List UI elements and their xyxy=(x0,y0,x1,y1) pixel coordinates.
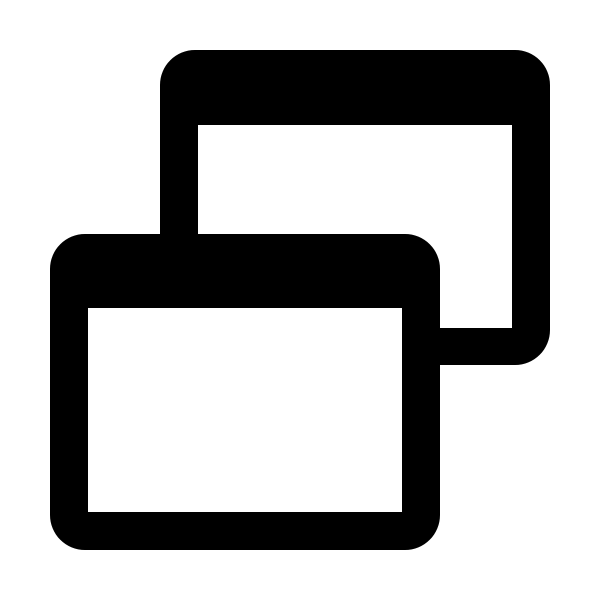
icon-canvas xyxy=(0,0,600,600)
back-window-icon xyxy=(160,50,550,365)
front-window-frame xyxy=(50,234,440,550)
multiple-windows-icon xyxy=(50,50,550,550)
back-window-frame xyxy=(160,50,550,365)
front-window-icon xyxy=(50,234,440,550)
